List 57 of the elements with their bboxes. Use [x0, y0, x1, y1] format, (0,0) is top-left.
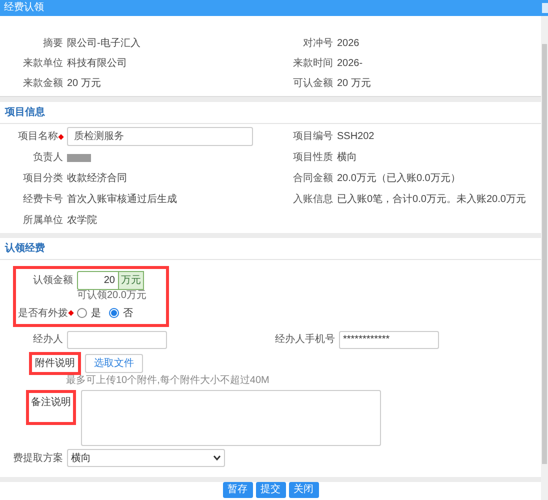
section-title: 项目信息	[5, 106, 45, 120]
hint-text: 最多可上传10个附件,每个附件大小不超过40M	[65, 375, 270, 387]
text-input[interactable]: 质检测服务	[67, 127, 253, 146]
field-label: 备注说明	[30, 396, 72, 410]
field-value: 2026	[337, 37, 360, 51]
remark-textarea[interactable]	[81, 390, 381, 446]
field-label: 是否有外拨	[18, 306, 68, 320]
field-label: 摘要	[43, 36, 63, 51]
field-label: 经费卡号	[23, 192, 63, 207]
field-label: 合同金额	[293, 172, 333, 186]
amount-input[interactable]: 20	[77, 271, 119, 290]
scroll-thumb[interactable]	[542, 44, 547, 464]
window-title: 经费认领	[3, 3, 44, 13]
field-label: 费提取方案	[13, 452, 63, 466]
field-label: 所属单位	[23, 214, 63, 228]
redacted-block	[67, 154, 91, 162]
field-label: 认领金额	[33, 274, 73, 288]
field-label: 项目性质	[293, 150, 333, 165]
field-value: 科技有限公司	[67, 56, 127, 71]
field-label: 附件说明	[34, 357, 76, 371]
field-label: 可认金额	[293, 76, 333, 91]
field-value: 首次入账审核通过后生成	[67, 192, 177, 207]
radio-button[interactable]	[77, 308, 87, 318]
radio-label: 否	[123, 306, 133, 320]
field-label: 来款时间	[293, 56, 333, 71]
field-value: 20 万元	[337, 77, 371, 91]
field-value: 2026-	[337, 57, 363, 71]
field-label: 对冲号	[303, 36, 333, 51]
field-label: 入账信息	[293, 192, 333, 207]
field-value: 横向	[337, 150, 357, 165]
field-value: SSH202	[337, 130, 374, 144]
field-value: 20 万元	[67, 77, 101, 91]
field-label: 项目名称	[18, 130, 58, 144]
field-label: 来款金额	[23, 76, 63, 91]
hint-text: 可认领20.0万元	[77, 290, 146, 302]
phone-input[interactable]: ************	[339, 330, 439, 348]
field-label: 经办人手机号	[275, 332, 335, 347]
field-label: 经办人	[33, 332, 63, 347]
field-label: 项目分类	[23, 172, 63, 186]
field-label: 来款单位	[23, 56, 63, 71]
name-input[interactable]	[67, 330, 167, 348]
section-title: 认领经费	[5, 242, 45, 256]
chevron-down-icon	[213, 455, 221, 461]
unit-addon: 万元	[119, 271, 144, 290]
radio-button[interactable]	[109, 308, 119, 318]
scrollbar[interactable]	[541, 16, 548, 500]
field-value: 农学院	[67, 214, 97, 228]
radio-label: 是	[91, 306, 101, 320]
choose-file-button[interactable]: 选取文件	[85, 354, 143, 373]
field-label: 负责人	[33, 150, 63, 165]
field-value: 限公司-电子汇入	[67, 36, 140, 51]
field-value: 已入账0笔，合计0.0万元。未入账20.0万元	[337, 192, 526, 207]
field-label: 项目编号	[293, 130, 333, 144]
field-value: 收款经济合同	[67, 172, 127, 186]
select-value: 横向	[71, 452, 91, 466]
plan-select[interactable]: 横向	[67, 449, 225, 467]
field-value: 20.0万元（已入账0.0万元）	[337, 172, 460, 186]
